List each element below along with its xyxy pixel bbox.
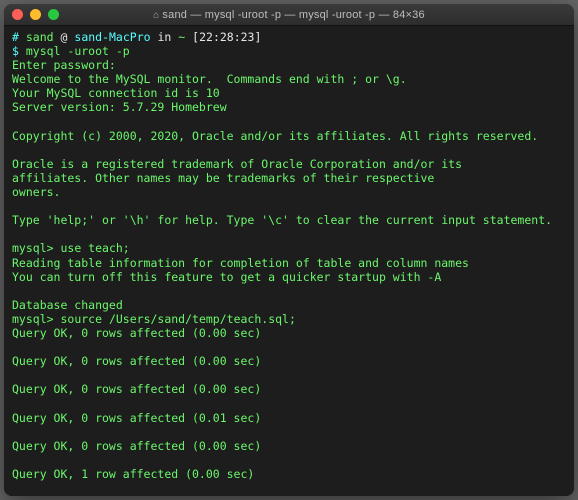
home-icon: ⌂ xyxy=(153,10,159,21)
query-result: Query OK, 0 rows affected (0.01 sec) xyxy=(12,411,261,425)
line: Oracle is a registered trademark of Orac… xyxy=(12,157,462,171)
query-result: Query OK, 1 row affected (0.00 sec) xyxy=(12,495,254,496)
minimize-icon[interactable] xyxy=(30,9,41,20)
line: owners. xyxy=(12,185,60,199)
query-result: Query OK, 1 row affected (0.00 sec) xyxy=(12,467,254,481)
window-title: ⌂sand — mysql -uroot -p — mysql -uroot -… xyxy=(4,9,574,21)
prompt-host: sand-MacPro xyxy=(74,30,150,44)
query-result: Query OK, 0 rows affected (0.00 sec) xyxy=(12,354,261,368)
line: Server version: 5.7.29 Homebrew xyxy=(12,100,227,114)
close-icon[interactable] xyxy=(12,9,23,20)
line: Type 'help;' or '\h' for help. Type '\c'… xyxy=(12,213,552,227)
line: Enter password: xyxy=(12,58,116,72)
command-text: mysql -uroot -p xyxy=(26,44,130,58)
line: Copyright (c) 2000, 2020, Oracle and/or … xyxy=(12,129,538,143)
prompt-cwd: ~ xyxy=(178,30,185,44)
prompt-hash: # xyxy=(12,30,19,44)
prompt-at: @ xyxy=(61,30,68,44)
prompt-user: sand xyxy=(26,30,54,44)
query-result: Query OK, 0 rows affected (0.00 sec) xyxy=(12,382,261,396)
prompt-dollar: $ xyxy=(12,44,19,58)
line: affiliates. Other names may be trademark… xyxy=(12,171,434,185)
line: Database changed xyxy=(12,298,123,312)
maximize-icon[interactable] xyxy=(48,9,59,20)
line: Welcome to the MySQL monitor. Commands e… xyxy=(12,72,407,86)
mysql-prompt: mysql> xyxy=(12,241,54,255)
prompt-time: [22:28:23] xyxy=(192,30,261,44)
mysql-prompt: mysql> xyxy=(12,312,54,326)
titlebar[interactable]: ⌂sand — mysql -uroot -p — mysql -uroot -… xyxy=(4,4,574,26)
terminal-content[interactable]: # sand @ sand-MacPro in ~ [22:28:23] $ m… xyxy=(4,26,574,496)
line: Reading table information for completion… xyxy=(12,256,469,270)
line: You can turn off this feature to get a q… xyxy=(12,270,441,284)
line: Your MySQL connection id is 10 xyxy=(12,86,220,100)
prompt-in: in xyxy=(158,30,172,44)
command-text: use teach; xyxy=(60,241,129,255)
terminal-window: ⌂sand — mysql -uroot -p — mysql -uroot -… xyxy=(4,4,574,496)
query-result: Query OK, 0 rows affected (0.00 sec) xyxy=(12,326,261,340)
traffic-lights xyxy=(12,9,59,20)
title-text: sand — mysql -uroot -p — mysql -uroot -p… xyxy=(162,9,424,21)
command-text: source /Users/sand/temp/teach.sql; xyxy=(60,312,295,326)
query-result: Query OK, 0 rows affected (0.00 sec) xyxy=(12,439,261,453)
